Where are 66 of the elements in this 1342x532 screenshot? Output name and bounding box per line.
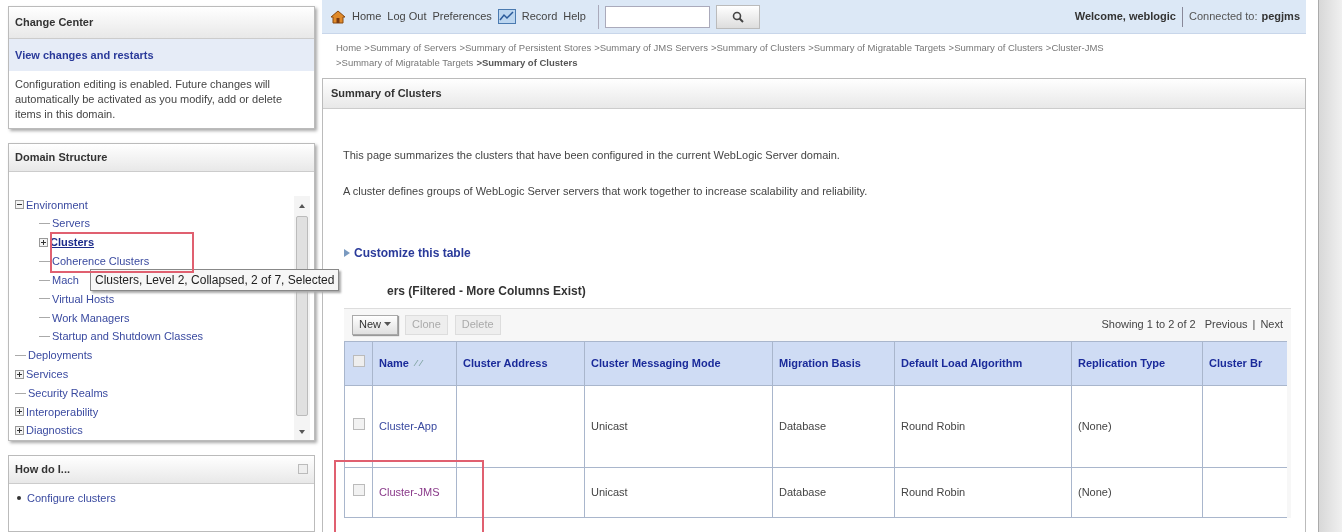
paging-separator: | (1252, 317, 1256, 333)
toolbar-link[interactable]: Log Out (387, 8, 427, 25)
toolbar-link[interactable]: Preferences (432, 8, 492, 25)
breadcrumb-link[interactable]: >Summary of Clusters (710, 40, 806, 55)
next-link[interactable]: Next (1260, 316, 1283, 333)
breadcrumb-link[interactable]: >Cluster-JMS (1045, 40, 1104, 55)
change-center-message: Configuration editing is enabled. Future changes will automatically be activated as you modify, add or delete items in this domain. (14, 77, 283, 122)
previous-link[interactable]: Previous (1204, 316, 1248, 333)
table-cell: Database (779, 485, 827, 498)
panel-title: How do I... (15, 462, 70, 477)
tree-item[interactable]: Deployments (28, 347, 93, 364)
breadcrumb-link[interactable]: >Summary of Migratable Targets (336, 55, 474, 70)
breadcrumb-link[interactable]: >Summary of Servers (364, 40, 457, 55)
panel-title: Change Center (9, 7, 314, 39)
column-header[interactable]: Cluster Address (456, 341, 585, 385)
breadcrumb-link[interactable]: >Summary of Clusters (948, 40, 1043, 55)
tooltip: Clusters, Level 2, Collapsed, 2 of 7, Selected (90, 269, 340, 291)
toolbar-link[interactable]: Record (521, 8, 558, 25)
table-cell: Database (779, 419, 827, 432)
table-cell: (None) (1078, 419, 1112, 432)
tree-item[interactable]: Work Managers (52, 309, 130, 327)
column-header[interactable]: Cluster Messaging Mode (584, 341, 773, 385)
tree-item[interactable]: Services (26, 365, 69, 383)
panel-title: Domain Structure (9, 144, 314, 172)
table-cell: Round Robin (901, 485, 966, 498)
tree-item[interactable]: Clusters (50, 234, 95, 251)
table-cell: Unicast (591, 485, 628, 498)
table-cell: Round Robin (901, 419, 966, 432)
table-cell: (None) (1078, 485, 1112, 498)
tree-item[interactable]: Virtual Hosts (52, 290, 115, 308)
cluster-link[interactable]: Cluster-App (379, 419, 438, 432)
toolbar-button[interactable]: New (352, 314, 398, 335)
toolbar-button: Clone (405, 314, 448, 335)
view-changes-link[interactable]: View changes and restarts (9, 38, 314, 71)
welcome-text: Welcome, weblogic (1074, 9, 1176, 25)
breadcrumb-current: >Summary of Clusters (476, 56, 578, 70)
column-header[interactable]: Name (372, 341, 457, 385)
tree-item[interactable]: Mach (52, 271, 79, 289)
connection-label: Connected to: (1189, 9, 1258, 25)
how-to-link[interactable]: Configure clusters (27, 489, 116, 506)
toolbar-button: Delete (454, 314, 501, 335)
column-header[interactable]: Migration Basis (772, 341, 895, 385)
column-header[interactable]: Cluster Br (1202, 341, 1287, 385)
column-header[interactable]: Default Load Algorithm (894, 341, 1072, 385)
tree-item[interactable]: Diagnostics (26, 422, 83, 439)
tree-item[interactable]: Startup and Shutdown Classes (52, 328, 204, 345)
tree-item[interactable]: Environment (26, 196, 88, 214)
breadcrumb-link[interactable]: >Summary of Migratable Targets (808, 40, 946, 55)
cluster-link[interactable]: Cluster-JMS (379, 485, 440, 498)
toolbar-link[interactable]: Help (563, 8, 586, 25)
table-title: ers (Filtered - More Columns Exist) (386, 282, 587, 300)
domain-name: pegjms (1261, 9, 1300, 25)
customize-table-link[interactable]: Customize this table (354, 243, 471, 262)
column-header[interactable]: Replication Type (1071, 341, 1203, 385)
paging-status: Showing 1 to 2 of 2 (1101, 317, 1196, 333)
tree-item[interactable]: Security Realms (28, 384, 109, 402)
table-cell: Unicast (591, 419, 628, 432)
tree-item[interactable]: Servers (52, 215, 90, 232)
toolbar-link[interactable]: Home (352, 8, 382, 25)
breadcrumb-link[interactable]: >Summary of JMS Servers (594, 40, 708, 55)
breadcrumb-link[interactable]: Home (336, 40, 362, 55)
tree-item[interactable]: Interoperability (26, 403, 99, 421)
description-text: A cluster defines groups of WebLogic Server servers that work together to increase scalability and reliability. (343, 184, 869, 199)
description-text: This page summarizes the clusters that have been configured in the current WebLogic Server domain. (343, 147, 841, 163)
breadcrumb-link[interactable]: >Summary of Persistent Stores (459, 40, 592, 55)
tree-item[interactable]: Coherence Clusters (52, 253, 150, 270)
